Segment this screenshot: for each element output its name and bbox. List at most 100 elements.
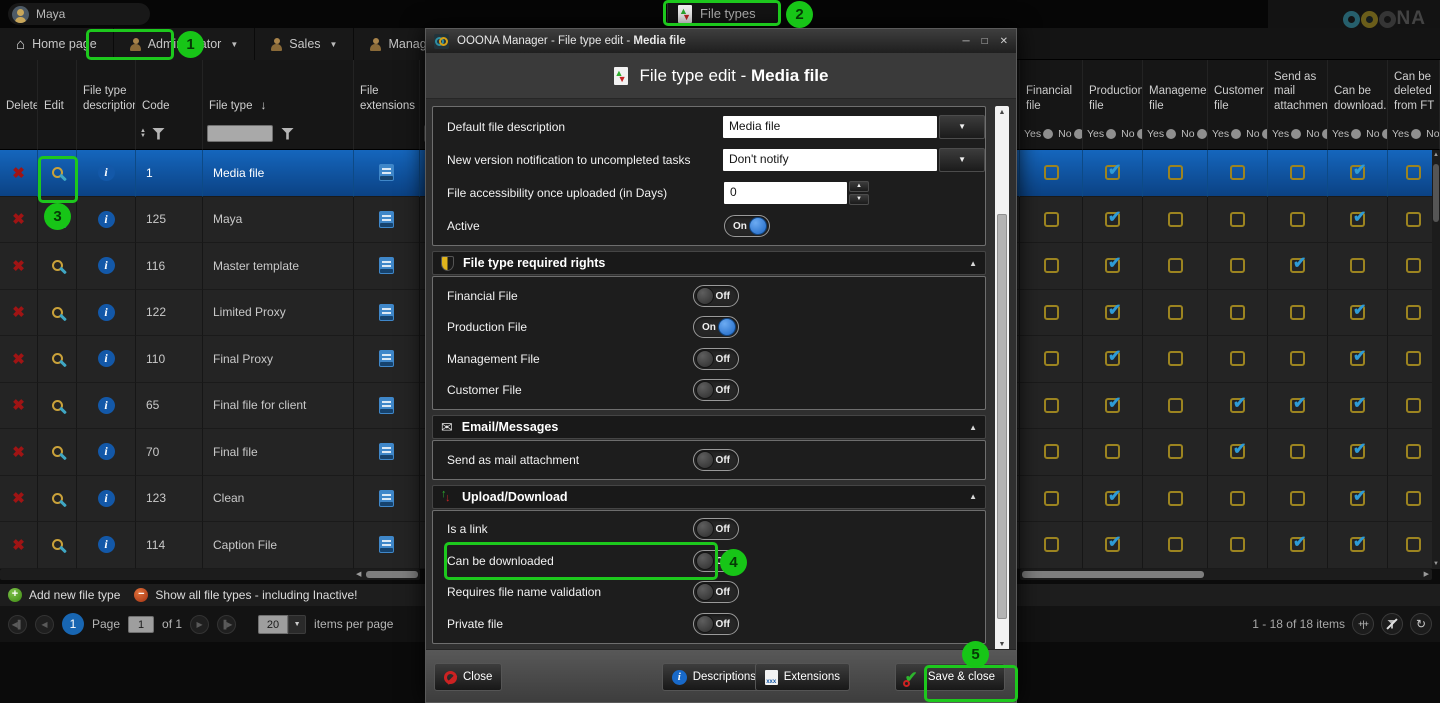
checkbox-cell-production-file[interactable] bbox=[1083, 336, 1143, 383]
yes-no-filter[interactable]: YesNo bbox=[1020, 118, 1083, 150]
checkbox-cell-customer-file[interactable] bbox=[1208, 150, 1268, 197]
yes-no-filter[interactable]: YesNo bbox=[1388, 118, 1440, 150]
scrollbar-thumb[interactable] bbox=[366, 571, 418, 578]
no-radio[interactable] bbox=[1074, 129, 1083, 139]
checkbox-cell-send-as-mail-attachment[interactable] bbox=[1268, 150, 1328, 197]
checkbox-cell-can-be-downloaded[interactable] bbox=[1328, 150, 1388, 197]
checkbox-production-file[interactable] bbox=[1105, 444, 1120, 459]
yes-radio[interactable] bbox=[1411, 129, 1421, 139]
yes-no-radios[interactable]: YesNo bbox=[1392, 128, 1440, 140]
checkbox-can-be-deleted[interactable] bbox=[1406, 212, 1421, 227]
file-extensions-button[interactable] bbox=[354, 383, 420, 430]
scroll-left-icon[interactable]: ◀ bbox=[356, 570, 361, 578]
page-size-dropdown-icon[interactable]: ▼ bbox=[288, 615, 306, 634]
checkbox-production-file[interactable] bbox=[1105, 491, 1120, 506]
checkbox-cell-financial-file[interactable] bbox=[1020, 150, 1083, 197]
checkbox-cell-customer-file[interactable] bbox=[1208, 522, 1268, 569]
delete-row-button[interactable]: ✖ bbox=[0, 522, 38, 569]
checkbox-customer-file[interactable] bbox=[1230, 491, 1245, 506]
checkbox-customer-file[interactable] bbox=[1230, 444, 1245, 459]
checkbox-can-be-downloaded[interactable] bbox=[1350, 351, 1365, 366]
checkbox-production-file[interactable] bbox=[1105, 212, 1120, 227]
checkbox-management-file[interactable] bbox=[1168, 444, 1183, 459]
checkbox-cell-management-file[interactable] bbox=[1143, 476, 1208, 523]
checkbox-send-as-mail-attachment[interactable] bbox=[1290, 305, 1305, 320]
checkbox-cell-can-be-downloaded[interactable] bbox=[1328, 522, 1388, 569]
yes-no-filter[interactable]: YesNo bbox=[1143, 118, 1208, 150]
checkbox-can-be-downloaded[interactable] bbox=[1350, 165, 1365, 180]
collapse-icon[interactable]: ▲ bbox=[969, 423, 977, 432]
section-header-email-messages[interactable]: ✉Email/Messages▲ bbox=[432, 415, 986, 439]
filter-icon[interactable] bbox=[152, 128, 165, 140]
checkbox-can-be-deleted[interactable] bbox=[1406, 491, 1421, 506]
chevron-down-icon[interactable]: ▼ bbox=[939, 148, 985, 172]
checkbox-production-file[interactable] bbox=[1105, 258, 1120, 273]
file-extensions-button[interactable] bbox=[354, 197, 420, 244]
toggle-off[interactable]: Off bbox=[693, 285, 739, 307]
current-page-badge[interactable]: 1 bbox=[62, 613, 84, 635]
checkbox-send-as-mail-attachment[interactable] bbox=[1290, 212, 1305, 227]
file-extensions-button[interactable] bbox=[354, 150, 420, 197]
sort-spinner-icon[interactable]: ▲▼ bbox=[140, 129, 146, 139]
dropdown-value[interactable]: Don't notify bbox=[723, 149, 937, 171]
checkbox-send-as-mail-attachment[interactable] bbox=[1290, 537, 1305, 552]
code-filter[interactable]: ▲▼ bbox=[136, 118, 203, 150]
checkbox-cell-management-file[interactable] bbox=[1143, 290, 1208, 337]
checkbox-cell-can-be-downloaded[interactable] bbox=[1328, 197, 1388, 244]
checkbox-send-as-mail-attachment[interactable] bbox=[1290, 351, 1305, 366]
yes-no-radios[interactable]: YesNo bbox=[1212, 128, 1268, 140]
checkbox-production-file[interactable] bbox=[1105, 398, 1120, 413]
checkbox-send-as-mail-attachment[interactable] bbox=[1290, 444, 1305, 459]
chevron-down-icon[interactable]: ▼ bbox=[939, 115, 985, 139]
checkbox-management-file[interactable] bbox=[1168, 491, 1183, 506]
checkbox-cell-customer-file[interactable] bbox=[1208, 243, 1268, 290]
delete-row-button[interactable]: ✖ bbox=[0, 476, 38, 523]
refresh-button[interactable]: ↻ bbox=[1410, 613, 1432, 635]
last-page-button[interactable]: ▐▶ bbox=[217, 615, 236, 634]
delete-row-button[interactable]: ✖ bbox=[0, 383, 38, 430]
scroll-right-icon[interactable]: ▶ bbox=[1424, 570, 1429, 578]
checkbox-management-file[interactable] bbox=[1168, 258, 1183, 273]
checkbox-cell-customer-file[interactable] bbox=[1208, 197, 1268, 244]
vertical-scrollbar[interactable]: ▲ ▼ bbox=[1432, 150, 1440, 569]
left-horizontal-scrollbar[interactable]: ◀ bbox=[0, 569, 420, 580]
yes-radio[interactable] bbox=[1231, 129, 1241, 139]
checkbox-cell-send-as-mail-attachment[interactable] bbox=[1268, 197, 1328, 244]
checkbox-cell-production-file[interactable] bbox=[1083, 383, 1143, 430]
next-page-button[interactable]: ▶ bbox=[190, 615, 209, 634]
checkbox-financial-file[interactable] bbox=[1044, 258, 1059, 273]
column-header-financial-file[interactable]: Financial file bbox=[1020, 60, 1083, 118]
checkbox-can-be-deleted[interactable] bbox=[1406, 305, 1421, 320]
checkbox-cell-financial-file[interactable] bbox=[1020, 197, 1083, 244]
toggle-off[interactable]: Off bbox=[693, 348, 739, 370]
yes-no-filter[interactable]: YesNo bbox=[1208, 118, 1268, 150]
checkbox-cell-send-as-mail-attachment[interactable] bbox=[1268, 476, 1328, 523]
column-header-management-file[interactable]: Management file bbox=[1143, 60, 1208, 118]
file-extensions-button[interactable] bbox=[354, 290, 420, 337]
edit-row-button[interactable] bbox=[38, 243, 77, 290]
row-info-button[interactable]: i bbox=[77, 243, 136, 290]
checkbox-production-file[interactable] bbox=[1105, 537, 1120, 552]
scroll-down-icon[interactable]: ▼ bbox=[1433, 561, 1439, 567]
checkbox-can-be-downloaded[interactable] bbox=[1350, 537, 1365, 552]
checkbox-send-as-mail-attachment[interactable] bbox=[1290, 398, 1305, 413]
yes-radio[interactable] bbox=[1043, 129, 1053, 139]
column-header-can-be-download-[interactable]: Can be download... bbox=[1328, 60, 1388, 118]
checkbox-can-be-deleted[interactable] bbox=[1406, 258, 1421, 273]
yes-no-radios[interactable]: YesNo bbox=[1332, 128, 1388, 140]
column-header-production-file[interactable]: Production file bbox=[1083, 60, 1143, 118]
row-info-button[interactable]: i bbox=[77, 150, 136, 197]
checkbox-cell-financial-file[interactable] bbox=[1020, 522, 1083, 569]
edit-row-button[interactable] bbox=[38, 476, 77, 523]
number-spinner[interactable]: ▲▼ bbox=[849, 181, 869, 205]
checkbox-financial-file[interactable] bbox=[1044, 351, 1059, 366]
section-header-upload-download[interactable]: ↑↓Upload/Download▲ bbox=[432, 485, 986, 509]
file-extensions-button[interactable] bbox=[354, 476, 420, 523]
checkbox-financial-file[interactable] bbox=[1044, 444, 1059, 459]
checkbox-cell-financial-file[interactable] bbox=[1020, 476, 1083, 523]
column-header-send-as-mail-attachment[interactable]: Send as mail attachment bbox=[1268, 60, 1328, 118]
delete-row-button[interactable]: ✖ bbox=[0, 336, 38, 383]
checkbox-cell-customer-file[interactable] bbox=[1208, 383, 1268, 430]
checkbox-financial-file[interactable] bbox=[1044, 398, 1059, 413]
scroll-up-icon[interactable]: ▲ bbox=[995, 109, 1009, 116]
